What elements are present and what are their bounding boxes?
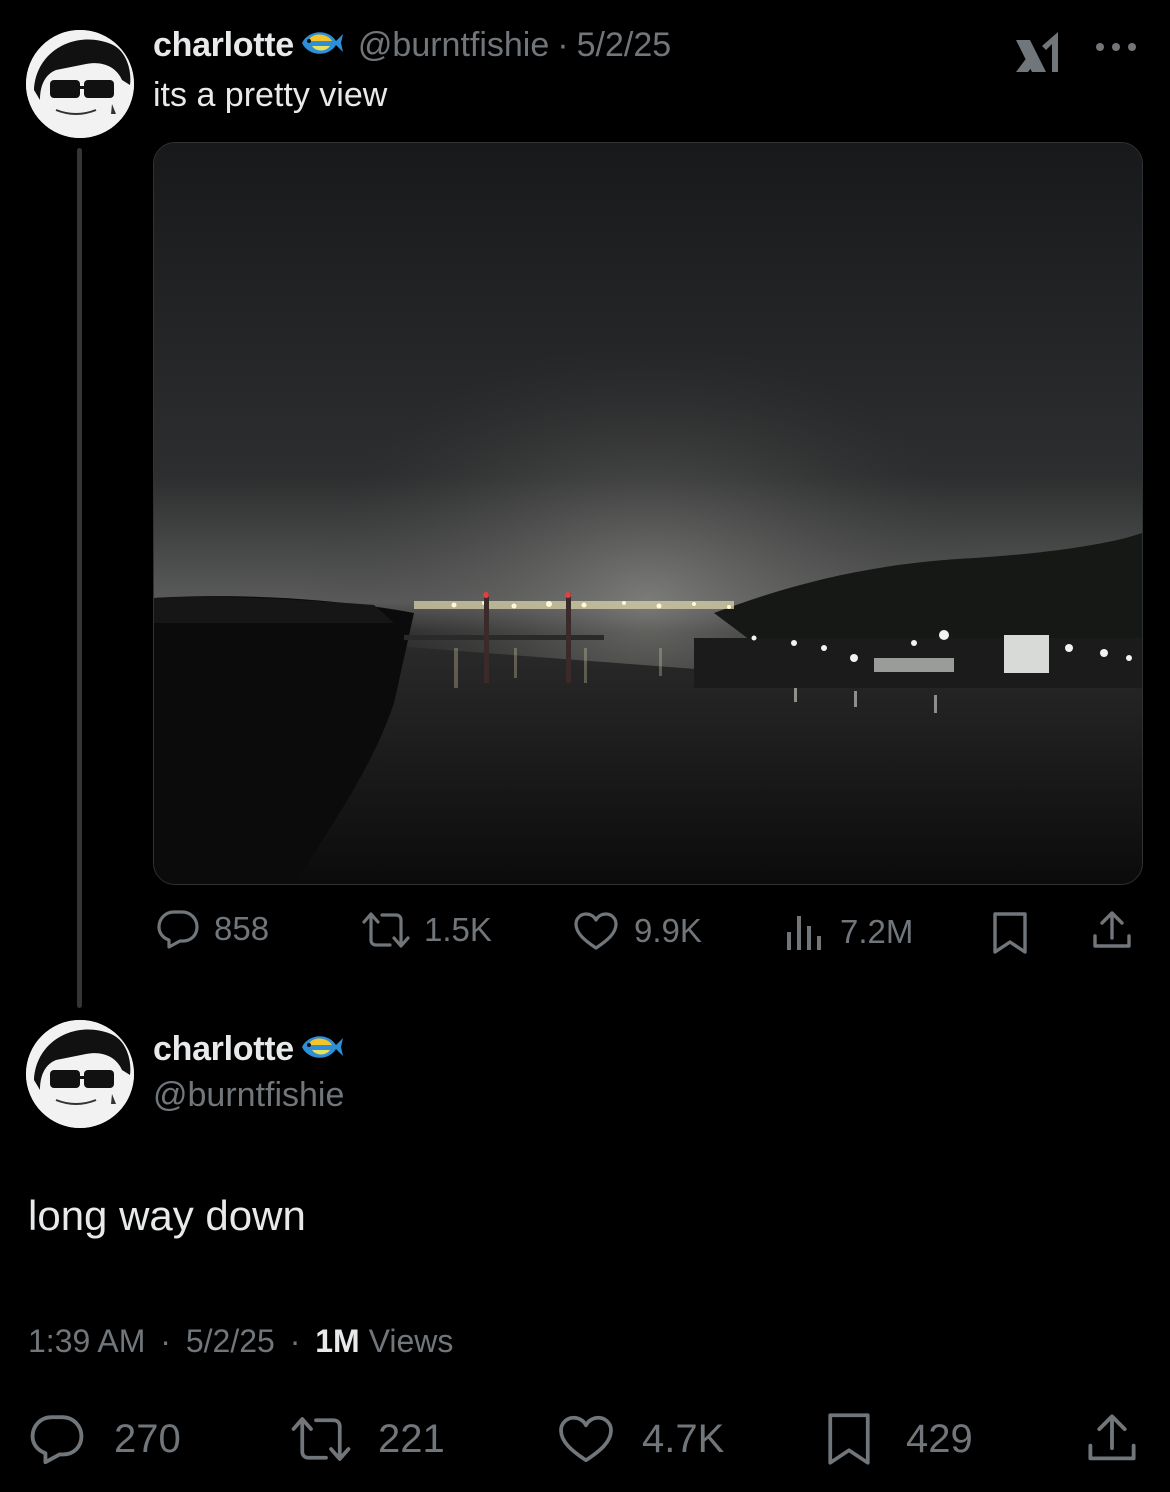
reply-header: charlotte bbox=[153, 1030, 344, 1069]
share-icon bbox=[1093, 911, 1131, 948]
more-icon[interactable] bbox=[1094, 40, 1138, 59]
share-button[interactable] bbox=[1084, 1410, 1140, 1471]
reply-icon bbox=[30, 1415, 84, 1465]
tweet-date[interactable]: 5/2/25 bbox=[577, 26, 672, 65]
bookmark-icon bbox=[993, 912, 1027, 954]
retweet-button[interactable]: 1.5K bbox=[360, 910, 492, 950]
retweet-icon bbox=[362, 912, 410, 948]
handle[interactable]: @burntfishie bbox=[358, 26, 549, 65]
share-icon bbox=[1088, 1414, 1136, 1461]
bookmark-count: 429 bbox=[906, 1416, 973, 1461]
reply-button[interactable]: 858 bbox=[156, 908, 269, 950]
like-button[interactable]: 9.9K bbox=[572, 910, 702, 952]
share-button[interactable] bbox=[1090, 908, 1134, 957]
fish-emoji-icon bbox=[298, 26, 344, 65]
like-count: 9.9K bbox=[634, 912, 702, 949]
display-name[interactable]: charlotte bbox=[153, 1030, 294, 1069]
reply-count: 270 bbox=[114, 1416, 181, 1461]
tweet-text: long way down bbox=[28, 1192, 306, 1239]
retweet-icon bbox=[291, 1417, 351, 1461]
reply-count: 858 bbox=[214, 910, 270, 947]
like-icon bbox=[559, 1415, 613, 1463]
avatar[interactable] bbox=[26, 1020, 134, 1128]
views-icon bbox=[787, 916, 821, 950]
bookmark-icon bbox=[828, 1413, 870, 1465]
views-count: 7.2M bbox=[840, 913, 914, 950]
retweet-count: 1.5K bbox=[424, 911, 492, 948]
thread-line bbox=[77, 148, 82, 1008]
display-name[interactable]: charlotte bbox=[153, 26, 294, 65]
bookmark-button[interactable]: 429 bbox=[824, 1410, 973, 1468]
tweet-text: its a pretty view bbox=[153, 76, 388, 114]
views-button[interactable]: 7.2M bbox=[784, 912, 913, 952]
bookmark-button[interactable] bbox=[990, 910, 1030, 961]
like-button[interactable]: 4.7K bbox=[556, 1412, 724, 1466]
tweet-image[interactable] bbox=[153, 142, 1143, 885]
retweet-count: 221 bbox=[378, 1416, 445, 1461]
reply-icon bbox=[157, 910, 199, 949]
like-count: 4.7K bbox=[642, 1416, 725, 1461]
avatar[interactable] bbox=[26, 30, 134, 138]
like-icon bbox=[574, 912, 618, 950]
separator: · bbox=[289, 1323, 301, 1359]
grok-icon[interactable] bbox=[1012, 30, 1064, 81]
tweet-header: charlotte @burntfishie · 5/2/25 bbox=[153, 26, 671, 65]
retweet-button[interactable]: 221 bbox=[288, 1414, 445, 1464]
reply-button[interactable]: 270 bbox=[28, 1412, 181, 1466]
fish-emoji-icon bbox=[298, 1030, 344, 1069]
tweet-date[interactable]: 5/2/25 bbox=[186, 1323, 275, 1359]
views-count: 1M bbox=[315, 1323, 360, 1359]
tweet-meta: 1:39 AM · 5/2/25 · 1M Views bbox=[28, 1323, 453, 1360]
handle[interactable]: @burntfishie bbox=[153, 1076, 344, 1115]
views-label: Views bbox=[368, 1323, 454, 1359]
separator: · bbox=[160, 1323, 171, 1359]
tweet-time[interactable]: 1:39 AM bbox=[28, 1323, 145, 1359]
separator: · bbox=[557, 26, 569, 64]
